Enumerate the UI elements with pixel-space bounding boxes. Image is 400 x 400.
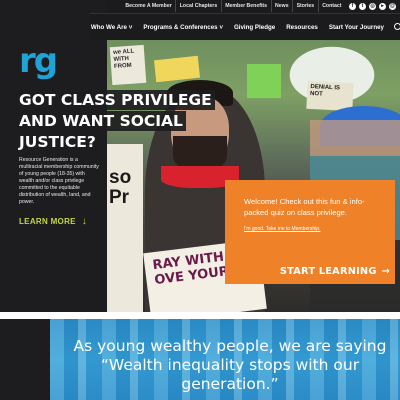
- learn-more-link[interactable]: LEARN MORE ↓: [19, 216, 87, 227]
- arrow-down-icon: ↓: [81, 216, 88, 227]
- utility-links: Become A Member Local Chapters Member Be…: [122, 0, 396, 12]
- facebook-icon[interactable]: f: [349, 2, 356, 10]
- become-member-link[interactable]: Become A Member: [122, 0, 175, 12]
- headline-line: AND WANT SOCIAL: [19, 111, 186, 131]
- rg-logo[interactable]: rg: [19, 44, 58, 78]
- start-learning-button[interactable]: START LEARNING →: [280, 266, 390, 277]
- twitter-icon[interactable]: t: [359, 2, 366, 10]
- start-learning-label: START LEARNING: [279, 266, 377, 277]
- local-chapters-link[interactable]: Local Chapters: [175, 0, 220, 12]
- social-links: f t ◎ ▸ @: [349, 2, 396, 10]
- nav-programs-conferences[interactable]: Programs & Conferences ˅: [143, 24, 223, 31]
- youtube-icon[interactable]: ▸: [379, 2, 386, 10]
- arrow-right-icon: →: [381, 266, 390, 277]
- member-benefits-link[interactable]: Member Benefits: [220, 0, 271, 12]
- contact-link[interactable]: Contact: [317, 0, 345, 12]
- mission-quote: As young wealthy people, we are saying “…: [73, 337, 387, 393]
- nav-resources[interactable]: Resources: [286, 24, 318, 31]
- protest-sign: we ALL WITH FROM: [109, 44, 147, 86]
- hero-headline: GOT CLASS PRIVILEGE AND WANT SOCIAL JUST…: [19, 90, 219, 153]
- instagram-icon[interactable]: ◎: [369, 2, 376, 10]
- protest-sign: so Pr: [107, 144, 143, 312]
- stories-link[interactable]: Stories: [292, 0, 318, 12]
- nav-who-we-are[interactable]: Who We Are ˅: [91, 24, 132, 31]
- headline-line: GOT CLASS PRIVILEGE: [19, 90, 215, 110]
- learn-more-label: LEARN MORE: [19, 217, 76, 226]
- email-icon[interactable]: @: [389, 2, 396, 10]
- nav-giving-pledge[interactable]: Giving Pledge: [234, 24, 275, 31]
- nav-start-your-journey[interactable]: Start Your Journey: [329, 24, 384, 31]
- protest-sign: [247, 64, 281, 98]
- protest-sign: [153, 55, 201, 83]
- mission-banner: As young wealthy people, we are saying “…: [0, 319, 400, 400]
- quiz-welcome-text: Welcome! Check out this fun & info-packe…: [244, 197, 365, 217]
- intro-text: Resource Generation is a multiracial mem…: [19, 157, 99, 205]
- headline-line: JUSTICE?: [19, 132, 99, 152]
- quiz-callout: Welcome! Check out this fun & info-packe…: [225, 180, 395, 284]
- main-navigation: Who We Are ˅ Programs & Conferences ˅ Gi…: [90, 13, 400, 40]
- skip-to-membership-link[interactable]: I'm good. Take me to Membership.: [244, 226, 379, 232]
- news-link[interactable]: News: [270, 0, 293, 12]
- divider: [0, 312, 400, 319]
